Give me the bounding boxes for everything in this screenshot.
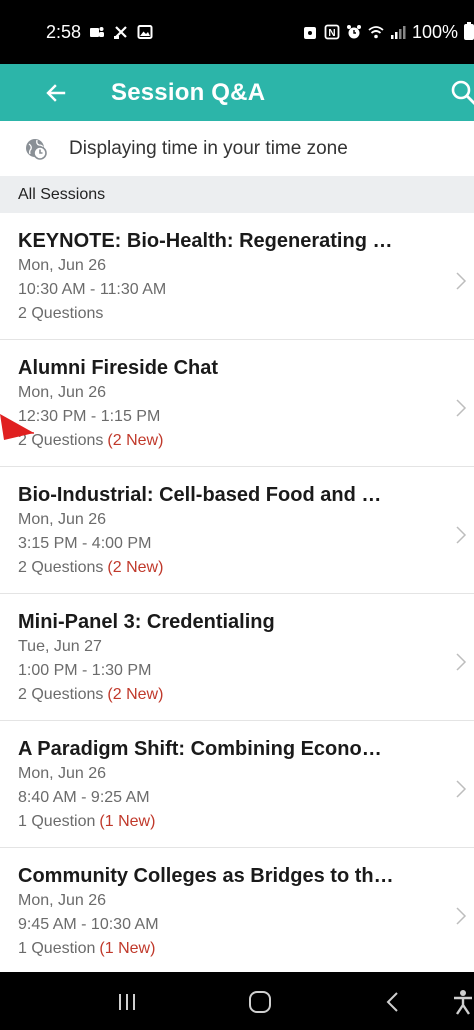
system-nav-bar bbox=[0, 972, 474, 1030]
new-count: (2 New) bbox=[107, 686, 164, 703]
session-time: 8:40 AM - 9:25 AM bbox=[18, 789, 150, 806]
session-item[interactable]: Mini-Panel 3: Credentialing Tue, Jun 27 … bbox=[0, 594, 474, 721]
battery-icon bbox=[464, 22, 474, 40]
svg-text:N: N bbox=[328, 28, 335, 39]
session-date: Mon, Jun 26 bbox=[18, 765, 107, 782]
timezone-text: Displaying time in your time zone bbox=[69, 137, 348, 159]
session-time: 9:45 AM - 10:30 AM bbox=[18, 916, 159, 933]
session-question-count: 2 Questions (2 New) bbox=[18, 683, 430, 707]
session-list: KEYNOTE: Bio-Health: Regenerating … Mon,… bbox=[0, 213, 474, 975]
wifi-icon bbox=[368, 26, 384, 39]
tools-icon bbox=[114, 26, 127, 39]
session-question-count: 1 Question (1 New) bbox=[18, 937, 430, 961]
chevron-right-icon bbox=[456, 907, 467, 925]
timezone-notice: Displaying time in your time zone bbox=[0, 121, 474, 177]
session-date: Mon, Jun 26 bbox=[18, 511, 107, 528]
session-question-count: 1 Question (1 New) bbox=[18, 810, 430, 834]
arrow-left-icon bbox=[46, 83, 66, 102]
session-date: Mon, Jun 26 bbox=[18, 384, 107, 401]
chevron-right-icon bbox=[456, 780, 467, 798]
question-count: 2 Questions bbox=[18, 559, 104, 576]
session-title: Bio-Industrial: Cell-based Food and … bbox=[18, 484, 382, 506]
session-item[interactable]: Community Colleges as Bridges to th… Mon… bbox=[0, 848, 474, 975]
status-left: 2:58 bbox=[46, 22, 153, 43]
nfc-icon: N bbox=[324, 24, 340, 40]
new-count: (1 New) bbox=[99, 940, 156, 957]
signal-icon bbox=[390, 26, 406, 39]
session-item[interactable]: KEYNOTE: Bio-Health: Regenerating … Mon,… bbox=[0, 213, 474, 340]
gallery-icon bbox=[137, 25, 153, 39]
session-title: KEYNOTE: Bio-Health: Regenerating … bbox=[18, 230, 393, 252]
chevron-right-icon bbox=[456, 526, 467, 544]
session-title: Mini-Panel 3: Credentialing bbox=[18, 611, 275, 633]
session-time: 10:30 AM - 11:30 AM bbox=[18, 281, 167, 298]
session-date: Mon, Jun 26 bbox=[18, 257, 107, 274]
session-item[interactable]: Bio-Industrial: Cell-based Food and … Mo… bbox=[0, 467, 474, 594]
recent-apps-button[interactable] bbox=[112, 988, 142, 1016]
session-time: 12:30 PM - 1:15 PM bbox=[18, 408, 161, 425]
annotation-arrow-icon bbox=[0, 414, 35, 440]
teams-icon bbox=[90, 27, 105, 37]
status-time: 2:58 bbox=[46, 21, 82, 42]
status-right: N 100% bbox=[302, 22, 474, 43]
session-item[interactable]: Alumni Fireside Chat Mon, Jun 26 12:30 P… bbox=[0, 340, 474, 467]
search-button[interactable] bbox=[450, 79, 474, 107]
app-bar: Session Q&A bbox=[0, 64, 474, 121]
session-question-count: 2 Questions (2 New) bbox=[18, 429, 430, 453]
accessibility-icon[interactable] bbox=[452, 988, 474, 1016]
back-button[interactable] bbox=[41, 78, 71, 108]
session-time: 1:00 PM - 1:30 PM bbox=[18, 662, 152, 679]
session-title: Alumni Fireside Chat bbox=[18, 357, 219, 379]
back-nav-button[interactable] bbox=[378, 988, 408, 1016]
question-count: 1 Question bbox=[18, 940, 96, 957]
session-question-count: 2 Questions (2 New) bbox=[18, 556, 430, 580]
lock-icon bbox=[303, 27, 316, 39]
new-count: (1 New) bbox=[99, 813, 156, 830]
session-date: Mon, Jun 26 bbox=[18, 892, 107, 909]
chevron-right-icon bbox=[456, 653, 467, 671]
chevron-right-icon bbox=[456, 272, 467, 290]
home-button[interactable] bbox=[245, 988, 275, 1016]
section-header: All Sessions bbox=[0, 176, 474, 213]
question-count: 2 Questions bbox=[18, 305, 104, 322]
question-count: 1 Question bbox=[18, 813, 96, 830]
new-count: (2 New) bbox=[107, 559, 164, 576]
session-question-count: 2 Questions bbox=[18, 302, 430, 326]
question-count: 2 Questions bbox=[18, 686, 104, 703]
page-title: Session Q&A bbox=[111, 78, 266, 106]
session-item[interactable]: A Paradigm Shift: Combining Econo… Mon, … bbox=[0, 721, 474, 848]
alarm-icon bbox=[346, 25, 361, 39]
globe-clock-icon bbox=[26, 138, 47, 160]
session-title: Community Colleges as Bridges to th… bbox=[18, 865, 394, 887]
session-date: Tue, Jun 27 bbox=[18, 638, 102, 655]
session-title: A Paradigm Shift: Combining Econo… bbox=[18, 738, 382, 760]
search-icon bbox=[451, 80, 474, 105]
chevron-right-icon bbox=[456, 399, 467, 417]
battery-percent: 100% bbox=[411, 21, 458, 42]
new-count: (2 New) bbox=[107, 432, 164, 449]
session-time: 3:15 PM - 4:00 PM bbox=[18, 535, 152, 552]
status-bar: 2:58 N 100% bbox=[0, 0, 474, 64]
